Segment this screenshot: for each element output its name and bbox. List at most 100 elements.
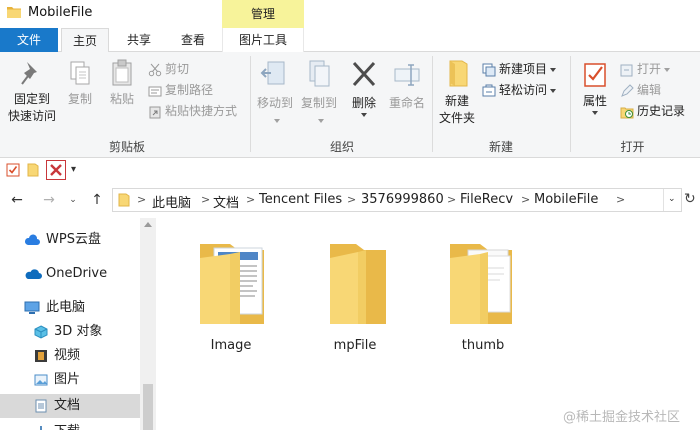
downloads-icon bbox=[40, 426, 42, 430]
cut-button[interactable]: 剪切 bbox=[148, 59, 189, 79]
address-bar[interactable]: > 此电脑 > 文档 > Tencent Files > 3576999860 … bbox=[112, 188, 682, 212]
edit-label: 编辑 bbox=[637, 83, 662, 97]
open-icon bbox=[620, 64, 633, 76]
paste-button[interactable]: 粘贴 bbox=[104, 58, 140, 108]
new-group-label: 新建 bbox=[488, 140, 513, 154]
tab-manage[interactable]: 管理 bbox=[222, 0, 304, 28]
new-folder-icon bbox=[449, 60, 468, 87]
nav-item-wps-cloud[interactable]: WPS云盘 bbox=[0, 228, 140, 252]
breadcrumb-item[interactable]: Tencent Files bbox=[259, 192, 342, 207]
breadcrumb-chevron-icon[interactable]: > bbox=[201, 193, 210, 206]
forward-arrow-icon[interactable]: → bbox=[40, 191, 58, 209]
properties-button[interactable]: 属性 bbox=[575, 58, 615, 115]
address-dropdown-icon[interactable]: ⌄ bbox=[668, 194, 676, 204]
breadcrumb-chevron-icon[interactable]: > bbox=[246, 193, 255, 206]
scroll-up-icon[interactable] bbox=[144, 222, 152, 227]
breadcrumb-chevron-icon[interactable]: > bbox=[137, 193, 146, 206]
copy-path-button[interactable]: 复制路径 bbox=[148, 80, 213, 100]
nav-item-documents[interactable]: 文档 bbox=[0, 394, 140, 418]
3d-objects-icon bbox=[34, 325, 48, 339]
paste-shortcut-label: 粘贴快捷方式 bbox=[165, 104, 238, 118]
nav-item-videos[interactable]: 视频 bbox=[0, 344, 140, 368]
navigation-pane: WPS云盘 OneDrive 此电脑 3D 对象 视频 图片 文档 bbox=[0, 218, 156, 430]
pin-icon bbox=[21, 62, 37, 85]
video-film-icon bbox=[35, 350, 47, 362]
breadcrumb-item[interactable]: 此电脑 bbox=[152, 192, 191, 211]
pin-label-line2: 快速访问 bbox=[7, 109, 56, 123]
easy-access-label: 轻松访问 bbox=[499, 83, 548, 97]
window-title: MobileFile bbox=[28, 5, 93, 20]
paste-shortcut-button[interactable]: 粘贴快捷方式 bbox=[148, 101, 237, 121]
new-folder-qat-icon[interactable] bbox=[27, 163, 39, 177]
new-folder-button[interactable]: 新建 文件夹 bbox=[436, 58, 478, 127]
organize-group-label: 组织 bbox=[329, 140, 354, 154]
watermark: @稀土掘金技术社区 bbox=[563, 410, 681, 425]
delete-x-icon bbox=[352, 61, 376, 87]
copy-to-icon bbox=[309, 60, 330, 87]
copy-path-label: 复制路径 bbox=[165, 83, 214, 97]
easy-access-icon bbox=[482, 84, 496, 96]
history-button[interactable]: 历史记录 bbox=[620, 101, 685, 121]
folder-icon bbox=[330, 244, 386, 324]
copy-icon bbox=[70, 61, 90, 85]
breadcrumb-chevron-icon[interactable]: > bbox=[447, 193, 456, 206]
folder-item-thumb[interactable]: thumb bbox=[438, 226, 528, 356]
refresh-icon[interactable]: ↻ bbox=[684, 191, 700, 209]
breadcrumb-chevron-icon[interactable]: > bbox=[347, 193, 356, 206]
tab-share[interactable]: 共享 bbox=[116, 28, 162, 52]
nav-item-onedrive[interactable]: OneDrive bbox=[0, 262, 140, 286]
breadcrumb-item[interactable]: FileRecv bbox=[460, 192, 513, 207]
folder-with-images-icon bbox=[200, 244, 264, 324]
clipboard-group-label: 剪贴板 bbox=[108, 140, 145, 154]
back-arrow-icon[interactable]: ← bbox=[8, 191, 26, 209]
breadcrumb-chevron-icon[interactable]: > bbox=[616, 193, 625, 206]
nav-item-this-pc[interactable]: 此电脑 bbox=[0, 296, 140, 320]
copy-to-button[interactable]: 复制到 bbox=[297, 58, 341, 129]
tab-file[interactable]: 文件 bbox=[0, 28, 58, 52]
tab-view[interactable]: 查看 bbox=[170, 28, 216, 52]
copy-button[interactable]: 复制 bbox=[62, 58, 98, 108]
properties-icon bbox=[584, 63, 606, 87]
paste-shortcut-icon bbox=[149, 106, 161, 118]
scrollbar-thumb[interactable] bbox=[143, 384, 153, 430]
folder-item-image[interactable]: Image bbox=[186, 226, 276, 356]
address-row: ← → ⌄ ↑ > 此电脑 > 文档 > Tencent Files > 357… bbox=[0, 186, 700, 214]
delete-button[interactable]: 删除 bbox=[346, 58, 382, 117]
nav-pane-scrollbar[interactable] bbox=[140, 218, 156, 430]
open-button[interactable]: 打开 bbox=[620, 59, 671, 79]
move-to-label: 移动到 bbox=[254, 95, 296, 129]
open-group-label: 打开 bbox=[620, 140, 645, 154]
rename-icon bbox=[394, 64, 420, 86]
easy-access-button[interactable]: 轻松访问 bbox=[482, 80, 557, 100]
folder-item-mpfile[interactable]: mpFile bbox=[310, 226, 400, 356]
recent-locations-icon[interactable]: ⌄ bbox=[64, 191, 82, 209]
pin-to-quick-access-button[interactable]: 固定到 快速访问 bbox=[4, 58, 60, 125]
title-bar: MobileFile 管理 bbox=[0, 0, 700, 28]
breadcrumb-item[interactable]: MobileFile bbox=[534, 192, 598, 207]
move-to-button[interactable]: 移动到 bbox=[254, 58, 296, 129]
new-item-icon bbox=[482, 63, 496, 76]
tab-home[interactable]: 主页 bbox=[61, 28, 109, 53]
pictures-icon bbox=[34, 374, 48, 386]
tab-picture-tools[interactable]: 图片工具 bbox=[222, 28, 304, 52]
paste-label: 粘贴 bbox=[109, 92, 134, 106]
nav-item-3d-objects[interactable]: 3D 对象 bbox=[0, 320, 140, 344]
folder-name: Image bbox=[210, 338, 252, 353]
clipboard-icon bbox=[112, 59, 132, 86]
breadcrumb-chevron-icon[interactable]: > bbox=[521, 193, 530, 206]
folder-icon bbox=[7, 7, 21, 18]
customize-qat-icon[interactable]: ▾ bbox=[71, 164, 76, 175]
new-item-button[interactable]: 新建项目 bbox=[482, 59, 557, 79]
ribbon: 固定到 快速访问 复制 粘贴 剪切 复制路径 粘贴快捷方式 剪贴板 移动到 复制… bbox=[0, 52, 700, 158]
nav-item-pictures[interactable]: 图片 bbox=[0, 368, 140, 392]
up-arrow-icon[interactable]: ↑ bbox=[88, 191, 106, 209]
breadcrumb-item[interactable]: 3576999860 bbox=[361, 192, 444, 207]
rename-button[interactable]: 重命名 bbox=[385, 58, 429, 112]
delete-qat-icon[interactable] bbox=[46, 160, 66, 180]
cut-label: 剪切 bbox=[165, 62, 190, 76]
edit-button[interactable]: 编辑 bbox=[620, 80, 661, 100]
nav-item-downloads[interactable]: 下载 bbox=[0, 420, 140, 430]
breadcrumb-item[interactable]: 文档 bbox=[213, 192, 239, 211]
new-folder-label-line2: 文件夹 bbox=[438, 111, 475, 125]
properties-check-icon[interactable] bbox=[6, 163, 20, 177]
